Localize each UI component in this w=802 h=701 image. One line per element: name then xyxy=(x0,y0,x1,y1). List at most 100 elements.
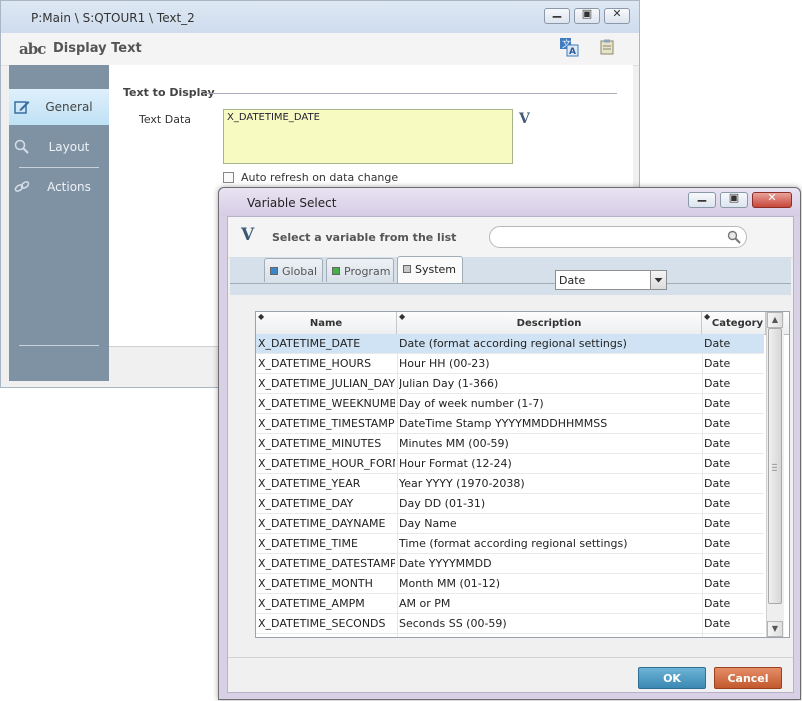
dialog-minimize-button[interactable]: ▁ xyxy=(688,189,716,208)
scroll-down-button[interactable]: ▼ xyxy=(767,621,783,637)
description-cell: Julian Day (1-366) xyxy=(399,377,499,390)
editor-sidebar: General Layout Actions xyxy=(9,65,109,381)
sidebar-item-label: General xyxy=(45,100,93,114)
editor-header: abc Display Text 文 A xyxy=(1,33,639,66)
group-divider xyxy=(203,93,617,94)
category-cell: Date xyxy=(704,477,731,490)
minimize-icon: ▁ xyxy=(697,189,707,202)
table-row[interactable]: X_DATETIME_DATESTAMP Date YYYYMMDD Date xyxy=(256,554,764,574)
description-cell: Day Name xyxy=(399,517,457,530)
column-header-label: Category xyxy=(711,318,764,329)
category-cell: Date xyxy=(704,397,731,410)
text-data-label: Text Data xyxy=(139,113,192,126)
translate-icon[interactable]: 文 A xyxy=(559,37,579,57)
description-cell: Month MM (01-12) xyxy=(399,577,500,590)
variable-name-cell: X_DATETIME_WEEKNUMBE xyxy=(258,397,395,410)
variable-name-cell: X_DATETIME_MONTH xyxy=(258,577,373,590)
system-color-icon xyxy=(403,265,411,273)
column-header-category[interactable]: ◆ Category xyxy=(702,312,766,334)
sidebar-item-layout[interactable]: Layout xyxy=(9,129,109,165)
category-cell: Date xyxy=(704,557,731,570)
variable-icon: V xyxy=(241,225,255,245)
column-header-label: Description xyxy=(516,318,582,329)
tab-program[interactable]: Program xyxy=(326,258,394,282)
search-input[interactable] xyxy=(489,226,747,248)
description-cell: Day DD (01-31) xyxy=(399,497,486,510)
ok-button[interactable]: OK xyxy=(638,667,706,689)
maximize-icon: ▣ xyxy=(581,7,593,20)
dialog-maximize-button[interactable]: ▣ xyxy=(720,191,748,208)
program-color-icon xyxy=(332,267,340,275)
close-icon: ✕ xyxy=(767,191,777,204)
table-row[interactable]: X_DATETIME_HOUR_FORM Hour Format (12-24) D… xyxy=(256,454,764,474)
category-select[interactable]: Date xyxy=(555,270,667,290)
table-row[interactable]: X_DATETIME_DAYNAME Day Name Date xyxy=(256,514,764,534)
category-cell: Date xyxy=(704,577,731,590)
notes-icon[interactable] xyxy=(599,39,615,55)
table-row[interactable]: X_DATETIME_TIMESTAMP DateTime Stamp YYYYM… xyxy=(256,414,764,434)
description-cell: AM or PM xyxy=(399,597,451,610)
scroll-up-button[interactable]: ▲ xyxy=(767,312,783,328)
tab-system[interactable]: System xyxy=(397,256,463,283)
table-row[interactable]: X_DATETIME_HOURS Hour HH (00-23) Date xyxy=(256,354,764,374)
cancel-button-label: Cancel xyxy=(727,672,769,685)
variable-name-cell: X_DATETIME_TIME xyxy=(258,537,358,550)
category-cell: Date xyxy=(704,597,731,610)
grip-icon: ─ ─ ─ xyxy=(772,460,777,475)
text-data-field[interactable]: X_DATETIME_DATE xyxy=(223,109,513,164)
table-row[interactable]: X_DATETIME_DATE Date (format according re… xyxy=(256,334,764,354)
tab-global[interactable]: Global xyxy=(264,258,323,282)
sidebar-divider xyxy=(19,345,99,346)
table-row[interactable]: X_DATETIME_TIME Time (format according re… xyxy=(256,534,764,554)
sidebar-item-actions[interactable]: Actions xyxy=(9,169,109,205)
tab-baseline xyxy=(230,283,791,284)
dialog-title: Variable Select xyxy=(247,196,337,210)
table-row[interactable]: X_DATETIME_AMPM AM or PM Date xyxy=(256,594,764,614)
dialog-titlebar[interactable]: Variable Select ▁ ▣ ✕ xyxy=(219,188,800,216)
table-row[interactable]: X_DATETIME_DAY Day DD (01-31) Date xyxy=(256,494,764,514)
vertical-scrollbar[interactable]: ▲ ─ ─ ─ ▼ xyxy=(766,312,784,637)
text-object-logo: abc xyxy=(19,40,46,58)
category-cell: Date xyxy=(704,537,731,550)
search-icon[interactable] xyxy=(727,230,741,244)
category-cell: Date xyxy=(704,337,731,350)
variable-name-cell: X_DATETIME_JULIAN_DAY xyxy=(258,377,395,390)
sidebar-item-general[interactable]: General xyxy=(9,89,109,125)
table-row[interactable]: X_DATETIME_YEAR Year YYYY (1970-2038) Date xyxy=(256,474,764,494)
description-cell: Time (format according regional settings… xyxy=(399,537,628,550)
close-button[interactable]: ✕ xyxy=(604,7,630,24)
table-row[interactable]: X_DATETIME_JULIAN_DAY Julian Day (1-366) D… xyxy=(256,374,764,394)
variable-name-cell: X_DATETIME_AMPM xyxy=(258,597,365,610)
table-row[interactable]: X_DATETIME_MONTH Month MM (01-12) Date xyxy=(256,574,764,594)
variable-select-button[interactable]: V xyxy=(519,111,535,127)
dialog-instruction: Select a variable from the list xyxy=(272,231,457,244)
footer-divider xyxy=(228,657,793,658)
description-cell: Seconds SS (00-59) xyxy=(399,617,507,630)
auto-refresh-checkbox[interactable] xyxy=(223,172,234,183)
maximize-button[interactable]: ▣ xyxy=(574,7,600,24)
cancel-button[interactable]: Cancel xyxy=(714,667,782,689)
global-color-icon xyxy=(270,267,278,275)
category-cell: Date xyxy=(704,617,731,630)
window-titlebar[interactable]: P:Main \ S:QTOUR1 \ Text_2 ▁ ▣ ✕ xyxy=(1,1,639,33)
table-row[interactable]: X_DATETIME_SECONDS Seconds SS (00-59) Date xyxy=(256,614,764,634)
description-cell: DateTime Stamp YYYYMMDDHHMMSS xyxy=(399,417,608,430)
category-cell: Date xyxy=(704,417,731,430)
close-icon: ✕ xyxy=(612,7,622,20)
tab-label: Program xyxy=(344,265,391,278)
scrollbar-thumb[interactable]: ─ ─ ─ xyxy=(768,328,782,604)
table-row[interactable]: X_DATETIME_WEEKNUMBE Day of week number (… xyxy=(256,394,764,414)
tab-label: Global xyxy=(282,265,318,278)
minimize-icon: ▁ xyxy=(552,5,562,18)
minimize-button[interactable]: ▁ xyxy=(544,5,570,24)
dialog-close-button[interactable]: ✕ xyxy=(752,191,792,208)
variable-name-cell: X_DATETIME_HOUR_FORM xyxy=(258,457,395,470)
column-header-description[interactable]: ◆ Description xyxy=(397,312,702,334)
tab-label: System xyxy=(415,263,457,276)
dropdown-button[interactable] xyxy=(650,271,666,289)
category-cell: Date xyxy=(704,457,731,470)
variables-table: ◆ Name ◆ Description ◆ Category X_DATETI… xyxy=(255,311,790,638)
column-header-name[interactable]: ◆ Name xyxy=(256,312,397,334)
table-row[interactable]: X_DATETIME_MINUTES Minutes MM (00-59) Date xyxy=(256,434,764,454)
variable-name-cell: X_DATETIME_SECONDS xyxy=(258,617,386,630)
